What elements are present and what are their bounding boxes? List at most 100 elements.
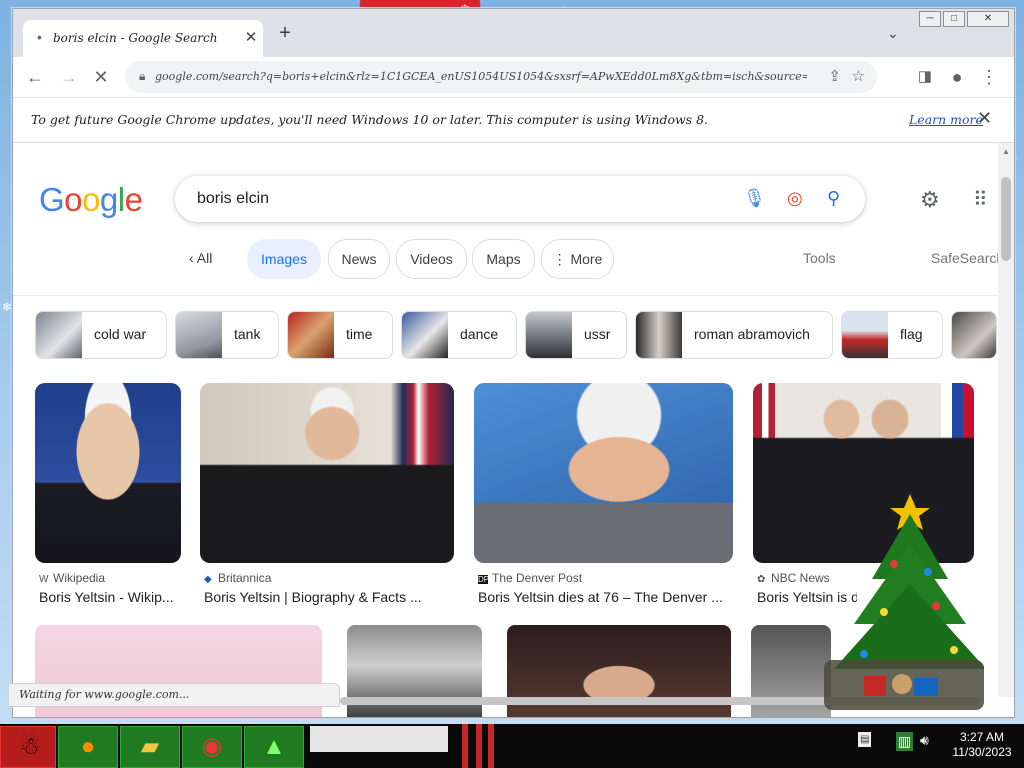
maximize-button[interactable]: □ <box>943 11 965 27</box>
tab-news[interactable]: News <box>328 239 390 279</box>
infobar-close-icon[interactable]: ✕ <box>977 108 992 129</box>
result-title[interactable]: Boris Yeltsin dies at 76 – The Denver ..… <box>478 589 737 605</box>
google-logo[interactable]: Google <box>39 181 143 219</box>
clock-time: 3:27 AM <box>959 730 1005 744</box>
stop-loading-icon[interactable]: ✕ <box>89 65 113 89</box>
chip-label: ussr <box>584 326 611 342</box>
snowflake-icon: ❄ <box>2 300 13 314</box>
folder-icon: ▰ <box>140 733 160 760</box>
tab-more[interactable]: ⋮ More <box>541 239 614 279</box>
microphone-icon[interactable]: 🎙︎ <box>743 188 766 209</box>
tab-strip: • boris elcin - Google Search ✕ + ⌄ ─ □ … <box>13 9 1014 57</box>
result-source[interactable]: W Wikipedia <box>39 571 105 585</box>
tab-images[interactable]: Images <box>247 239 321 279</box>
file-explorer-taskbar-button[interactable]: ▰ <box>120 726 180 768</box>
settings-gear-icon[interactable]: ⚙ <box>920 187 940 213</box>
related-chip[interactable]: roman abramovich <box>635 311 833 359</box>
profile-avatar-icon[interactable]: ● <box>945 65 969 89</box>
logo-letter: o <box>82 181 100 218</box>
christmas-tree-gadget[interactable] <box>824 484 984 714</box>
firefox-icon: ● <box>80 733 96 760</box>
side-panel-icon[interactable]: ◨ <box>913 65 937 89</box>
tree-gadget-taskbar-button[interactable]: ▲ <box>244 726 304 768</box>
britannica-icon: ◆ <box>204 574 212 585</box>
chrome-menu-icon[interactable]: ⋮ <box>977 65 1001 89</box>
taskbar-divider <box>476 724 482 768</box>
lens-camera-icon[interactable]: ◎ <box>787 188 803 209</box>
result-image[interactable] <box>35 383 181 563</box>
safesearch-button[interactable]: SafeSearch <box>931 250 998 266</box>
url-text[interactable]: google.com/search?q=boris+elcin&rlz=1C1G… <box>155 70 807 83</box>
new-tab-button[interactable]: + <box>275 23 295 43</box>
scrollbar-thumb[interactable] <box>1001 177 1011 261</box>
back-arrow-icon[interactable]: ← <box>23 65 47 89</box>
related-chip[interactable]: dance <box>401 311 517 359</box>
chip-label: dance <box>460 326 499 342</box>
infobar-message: To get future Google Chrome updates, you… <box>31 112 708 127</box>
tab-more-label: More <box>570 251 603 267</box>
tools-button[interactable]: Tools <box>803 250 836 266</box>
related-chip[interactable]: cold war <box>35 311 167 359</box>
scroll-up-icon[interactable]: ▲ <box>1002 147 1010 156</box>
result-image[interactable] <box>200 383 454 563</box>
more-dots-icon: ⋮ <box>552 251 571 267</box>
chip-thumbnail <box>842 312 888 358</box>
tray-app-icon[interactable]: ▤ <box>858 732 872 747</box>
logo-letter: G <box>39 181 65 218</box>
system-clock[interactable]: 3:27 AM 11/30/2023 <box>944 730 1020 760</box>
clock-date: 11/30/2023 <box>952 745 1012 759</box>
lock-icon[interactable]: 🔒︎ <box>139 69 145 84</box>
status-text: Waiting for www.google.com... <box>19 688 190 701</box>
source-label: The Denver Post <box>492 571 583 585</box>
source-label: Wikipedia <box>53 571 106 585</box>
forward-arrow-icon[interactable]: → <box>57 65 81 89</box>
santa-icon: ☃ <box>19 733 41 760</box>
chrome-taskbar-button[interactable]: ◉ <box>182 726 242 768</box>
search-box[interactable]: 🎙︎ ◎ ⚲ <box>175 176 865 222</box>
taskbar: ☃ ● ▰ ◉ ▲ ▤ ▥ 🔊︎ 3:27 AM 11/30/2023 <box>0 724 1024 768</box>
logo-letter: g <box>99 181 118 218</box>
chip-label: cold war <box>94 326 147 342</box>
share-icon[interactable]: ⇪ <box>828 67 841 85</box>
apps-grid-icon[interactable]: ⠿ <box>973 187 988 212</box>
search-icon[interactable]: ⚲ <box>827 188 840 209</box>
tab-search-chevron-icon[interactable]: ⌄ <box>887 25 899 42</box>
result-title[interactable]: Boris Yeltsin | Biography & Facts ... <box>204 589 458 605</box>
related-chip[interactable] <box>951 311 997 359</box>
bookmark-star-icon[interactable]: ☆ <box>852 67 865 85</box>
minimize-button[interactable]: ─ <box>919 11 941 27</box>
result-title[interactable]: Boris Yeltsin - Wikip... <box>39 589 185 605</box>
logo-letter: e <box>124 181 143 218</box>
result-source[interactable]: ◆ Britannica <box>204 571 271 585</box>
result-source[interactable]: ✿ NBC News <box>757 571 830 585</box>
tab-videos[interactable]: Videos <box>396 239 467 279</box>
tab-google-search[interactable]: • boris elcin - Google Search ✕ <box>23 20 263 57</box>
close-window-button[interactable]: ✕ <box>967 11 1009 27</box>
firefox-taskbar-button[interactable]: ● <box>58 726 118 768</box>
vertical-scrollbar[interactable]: ▲ <box>998 143 1014 697</box>
result-source[interactable]: DP The Denver Post <box>478 571 582 585</box>
chip-label: flag <box>900 326 923 342</box>
volume-icon[interactable]: 🔊︎ <box>920 732 929 749</box>
search-input[interactable] <box>195 189 719 209</box>
denver-post-icon: DP <box>478 575 490 584</box>
learn-more-link[interactable]: Learn more <box>909 112 983 127</box>
address-bar[interactable]: 🔒︎ google.com/search?q=boris+elcin&rlz=1… <box>125 61 877 93</box>
related-chip[interactable]: flag <box>841 311 943 359</box>
close-tab-icon[interactable]: ✕ <box>241 28 261 48</box>
chip-thumbnail <box>402 312 448 358</box>
related-chip[interactable]: ussr <box>525 311 627 359</box>
logo-letter: o <box>64 181 83 218</box>
related-chip[interactable]: tank <box>175 311 279 359</box>
taskbar-divider <box>462 724 468 768</box>
chip-thumbnail <box>636 312 682 358</box>
tab-title: boris elcin - Google Search <box>53 31 218 45</box>
network-icon[interactable]: ▥ <box>896 732 914 751</box>
loading-icon: • <box>37 29 42 45</box>
start-button[interactable]: ☃ <box>0 726 56 768</box>
tab-maps[interactable]: Maps <box>472 239 535 279</box>
result-image[interactable] <box>474 383 733 563</box>
related-chip[interactable]: time <box>287 311 393 359</box>
source-label: NBC News <box>771 571 830 585</box>
taskbar-preview <box>310 726 448 752</box>
